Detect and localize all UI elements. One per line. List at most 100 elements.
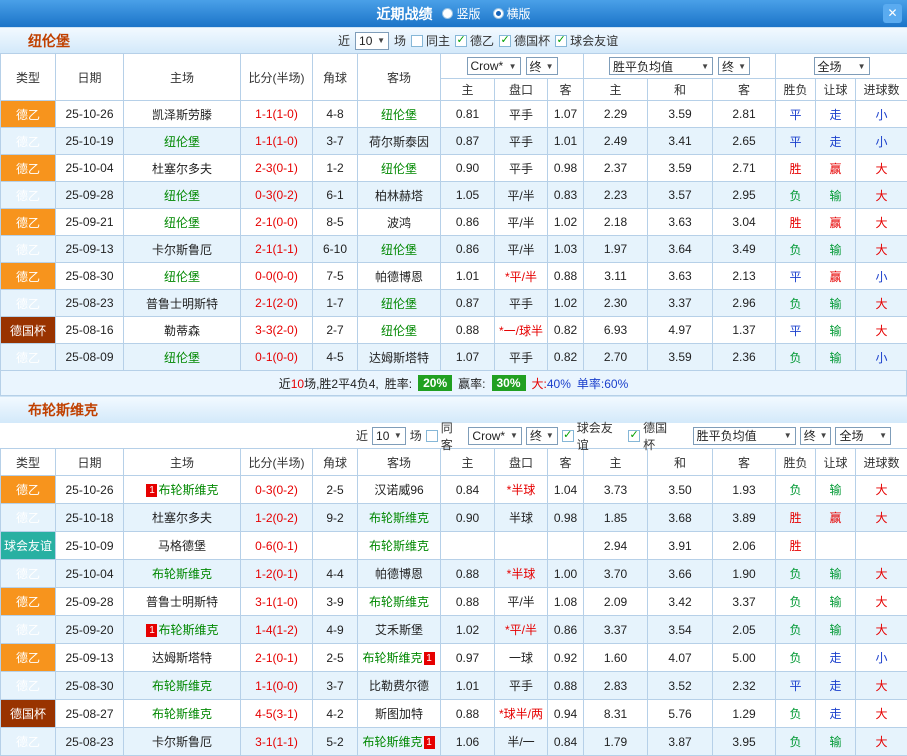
recent-suffix: 场	[410, 427, 422, 444]
comp-checkbox-friendly[interactable]: ✓球会友谊	[562, 419, 624, 453]
avg-time-select[interactable]: 终▼	[718, 57, 750, 75]
match-score: 1-1(1-0)	[241, 101, 313, 128]
result-outcome: 负	[776, 588, 816, 616]
result-goals	[856, 532, 907, 560]
layout-option-label: 横版	[507, 5, 531, 22]
odds-away: 0.84	[548, 728, 584, 756]
select-value: 10	[376, 429, 389, 443]
cover-rate-label: 赢率:	[458, 375, 485, 392]
odds-home: 0.88	[441, 560, 495, 588]
result-outcome: 负	[776, 290, 816, 317]
match-row: 德乙25-10-04杜塞尔多夫2-3(0-1)1-2纽伦堡0.90平手0.982…	[1, 155, 907, 182]
bookmaker-select[interactable]: Crow*▼	[467, 57, 521, 75]
avg-home: 6.93	[584, 317, 648, 344]
odds-away: 0.82	[548, 344, 584, 371]
result-outcome: 平	[776, 263, 816, 290]
comp-checkbox-cup[interactable]: ✓德国杯	[628, 419, 679, 453]
scope-select[interactable]: 全场▼	[814, 57, 870, 75]
away-team: 纽伦堡	[358, 236, 441, 263]
comp-checkbox-friendly[interactable]: ✓球会友谊	[555, 32, 618, 49]
home-team: 布轮斯维克	[124, 560, 241, 588]
comp-checkbox-cup[interactable]: ✓德国杯	[499, 32, 550, 49]
team-label: 柏林赫塔	[375, 189, 423, 203]
chevron-down-icon: ▼	[546, 431, 554, 440]
home-team: 达姆斯塔特	[124, 644, 241, 672]
match-corners: 4-8	[313, 101, 358, 128]
avg-home: 2.70	[584, 344, 648, 371]
team-label: 纽伦堡	[381, 162, 417, 176]
odds-handicap: *半球	[495, 476, 548, 504]
match-row: 德乙25-09-201布轮斯维克1-4(1-2)4-9艾禾斯堡1.02*平/半0…	[1, 616, 907, 644]
col-goals-result: 进球数	[856, 449, 907, 476]
team-label: 普鲁士明斯特	[146, 297, 218, 311]
avg-type-select[interactable]: 胜平负均值▼	[693, 427, 796, 445]
recent-count-select[interactable]: 10▼	[372, 427, 406, 445]
chevron-down-icon: ▼	[377, 36, 385, 45]
odds-time-select[interactable]: 终▼	[526, 427, 558, 445]
result-goals: 大	[856, 182, 907, 209]
team-label: 纽伦堡	[164, 216, 200, 230]
layout-option-horizontal[interactable]: 横版	[493, 5, 531, 22]
result-outcome: 负	[776, 728, 816, 756]
team-label: 布轮斯维克	[158, 483, 218, 497]
avg-draw: 3.87	[648, 728, 713, 756]
team-section-header-nuremberg: 纽伦堡 近 10▼ 场 ✓同主 ✓德乙 ✓德国杯 ✓球会友谊	[0, 27, 907, 53]
team-label: 纽伦堡	[164, 351, 200, 365]
matches-body-braunschweig: 德乙25-10-261布轮斯维克0-3(0-2)2-5汉诺威960.84*半球1…	[1, 476, 907, 756]
odds-home: 0.84	[441, 476, 495, 504]
scope-select[interactable]: 全场▼	[835, 427, 891, 445]
same-venue-checkbox[interactable]: ✓同客	[426, 419, 465, 453]
avg-time-select[interactable]: 终▼	[800, 427, 832, 445]
team-label: 杜塞尔多夫	[152, 162, 212, 176]
layout-option-vertical[interactable]: 竖版	[442, 5, 480, 22]
odds-home: 1.06	[441, 728, 495, 756]
avg-away: 2.96	[713, 290, 776, 317]
col-score: 比分(半场)	[241, 54, 313, 101]
avg-home: 1.97	[584, 236, 648, 263]
match-corners: 4-4	[313, 560, 358, 588]
recent-count-select[interactable]: 10▼	[355, 32, 389, 50]
avg-away: 2.13	[713, 263, 776, 290]
odds-time-select[interactable]: 终▼	[526, 57, 558, 75]
match-row: 德乙25-09-13卡尔斯鲁厄2-1(1-1)6-10纽伦堡0.86平/半1.0…	[1, 236, 907, 263]
odds-handicap: 平/半	[495, 182, 548, 209]
match-corners: 5-2	[313, 728, 358, 756]
odds-handicap: 平手	[495, 128, 548, 155]
match-row: 德乙25-09-13达姆斯塔特2-1(0-1)2-5布轮斯维克10.97一球0.…	[1, 644, 907, 672]
avg-home: 2.37	[584, 155, 648, 182]
match-row: 德乙25-08-23卡尔斯鲁厄3-1(1-1)5-2布轮斯维克11.06半/一0…	[1, 728, 907, 756]
result-outcome: 负	[776, 644, 816, 672]
match-row: 德乙25-08-23普鲁士明斯特2-1(2-0)1-7纽伦堡0.87平手1.02…	[1, 290, 907, 317]
away-team: 波鸿	[358, 209, 441, 236]
col-odds-away: 客	[548, 79, 584, 101]
close-icon[interactable]: ✕	[883, 4, 902, 23]
odds-home: 0.86	[441, 236, 495, 263]
result-handicap: 输	[816, 476, 856, 504]
bookmaker-select[interactable]: Crow*▼	[468, 427, 522, 445]
result-goals: 大	[856, 672, 907, 700]
select-value: 终	[722, 58, 734, 75]
away-team: 纽伦堡	[358, 155, 441, 182]
checkbox-label: 同主	[426, 32, 450, 49]
home-team: 纽伦堡	[124, 344, 241, 371]
result-handicap: 赢	[816, 263, 856, 290]
match-type: 德乙	[1, 155, 56, 182]
checkbox-icon: ✓	[499, 35, 511, 47]
odds-away: 0.92	[548, 644, 584, 672]
result-goals: 大	[856, 236, 907, 263]
result-handicap: 输	[816, 728, 856, 756]
col-goals-result: 进球数	[856, 79, 907, 101]
team-label: 斯图加特	[375, 707, 423, 721]
team-label: 布轮斯维克	[369, 539, 429, 553]
same-venue-checkbox[interactable]: ✓同主	[411, 32, 450, 49]
chevron-down-icon: ▼	[820, 431, 828, 440]
comp-checkbox-league[interactable]: ✓德乙	[455, 32, 494, 49]
away-team: 汉诺威96	[358, 476, 441, 504]
match-type: 德乙	[1, 128, 56, 155]
avg-type-select[interactable]: 胜平负均值▼	[609, 57, 713, 75]
avg-draw: 3.91	[648, 532, 713, 560]
col-score: 比分(半场)	[241, 449, 313, 476]
match-type: 德乙	[1, 728, 56, 756]
match-date: 25-08-23	[56, 290, 124, 317]
checkbox-label: 德乙	[470, 32, 494, 49]
